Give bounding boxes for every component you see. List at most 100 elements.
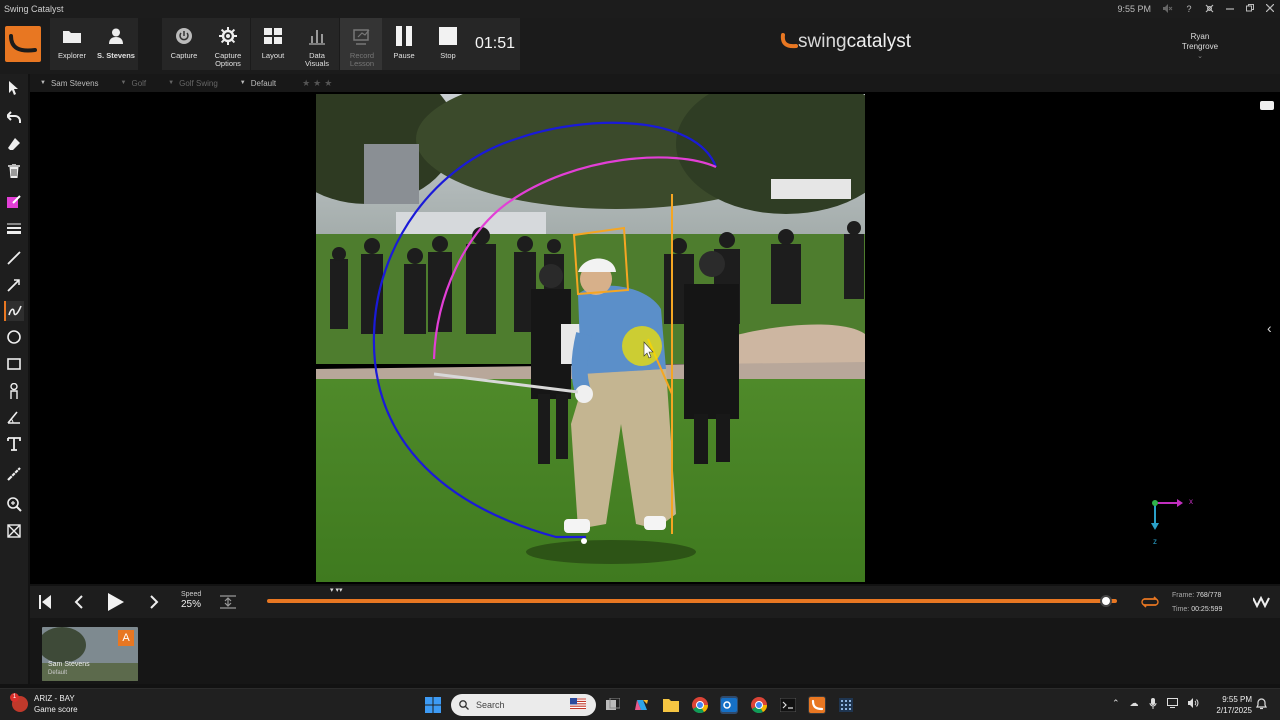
notification-bell-icon[interactable] xyxy=(1256,698,1268,710)
line-width-tool[interactable] xyxy=(4,218,24,238)
calculator-icon xyxy=(839,698,853,712)
copilot-button[interactable] xyxy=(633,696,651,714)
task-view-icon xyxy=(606,698,620,710)
swing-video-frame[interactable] xyxy=(316,94,865,582)
chevron-left-icon[interactable]: ‹ xyxy=(1267,320,1272,336)
scrubber-handle[interactable] xyxy=(1099,595,1112,607)
app-logo[interactable] xyxy=(5,26,41,62)
restore-icon[interactable] xyxy=(1246,4,1254,14)
caret-down-icon: ▼ xyxy=(120,80,127,86)
windows-taskbar: 1 ARIZ - BAY Game score Search ⌃ ☁ 9:55 … xyxy=(0,688,1280,720)
trim-button[interactable] xyxy=(218,592,238,612)
minimize-icon[interactable] xyxy=(1226,4,1234,14)
mute-icon[interactable] xyxy=(1163,3,1173,15)
volume-icon[interactable] xyxy=(1187,698,1199,711)
ruler-icon xyxy=(7,467,21,481)
fit-screen-tool[interactable] xyxy=(4,521,24,541)
caret-down-icon: ▼ xyxy=(40,80,46,86)
signal-icon xyxy=(1253,596,1270,608)
previous-frame-button[interactable] xyxy=(69,592,89,612)
play-button[interactable] xyxy=(106,592,126,612)
angle-tool[interactable] xyxy=(4,407,24,427)
loop-button[interactable] xyxy=(1140,592,1160,612)
text-tool[interactable] xyxy=(4,434,24,454)
user-menu[interactable]: Ryan Trengrove ⌄ xyxy=(1172,32,1228,62)
chevron-down-icon: ⌄ xyxy=(1197,53,1203,60)
skip-start-button[interactable] xyxy=(35,592,55,612)
news-widget[interactable]: 1 ARIZ - BAY Game score xyxy=(10,693,78,715)
explorer-button[interactable]: Explorer xyxy=(50,18,94,70)
undo-tool[interactable] xyxy=(4,107,24,127)
stop-icon xyxy=(438,26,458,46)
outlook-button[interactable] xyxy=(720,696,738,714)
body-tool[interactable] xyxy=(4,381,24,401)
angle-icon xyxy=(7,411,20,424)
terminal-button[interactable] xyxy=(779,696,797,714)
chrome-button[interactable] xyxy=(691,696,709,714)
clip-thumbnail[interactable]: A Sam Stevens Default xyxy=(42,627,138,681)
data-visuals-button[interactable]: Data Visuals xyxy=(295,18,339,70)
title-bar: Swing Catalyst 9:55 PM ? xyxy=(0,0,1280,18)
time-counter: 00:25:599 xyxy=(1191,606,1223,613)
axis-z-label: z xyxy=(1153,537,1157,546)
undo-icon xyxy=(7,111,21,123)
stop-button[interactable]: Stop xyxy=(426,18,470,70)
breadcrumb-layout[interactable]: ▼ Default xyxy=(230,79,288,88)
record-lesson-button[interactable]: Record Lesson xyxy=(340,18,384,70)
clip-badge: A xyxy=(118,630,134,646)
color-tool[interactable] xyxy=(4,192,24,212)
microphone-icon[interactable] xyxy=(1149,698,1157,711)
chrome-icon xyxy=(751,697,767,713)
start-button[interactable] xyxy=(424,696,442,714)
pause-button[interactable]: Pause xyxy=(382,18,426,70)
brand-swoosh-icon xyxy=(780,33,798,49)
student-button[interactable]: S. Stevens xyxy=(94,18,138,70)
capture-options-button[interactable]: Capture Options xyxy=(206,18,250,70)
timeline-scrubber[interactable] xyxy=(267,599,1117,603)
flag-icon xyxy=(570,698,586,710)
chrome-profile-button[interactable] xyxy=(750,696,768,714)
capture-button[interactable]: Capture xyxy=(162,18,206,70)
chevron-right-icon xyxy=(150,595,159,609)
frame-markers[interactable]: ▾ ▾▾ xyxy=(330,586,343,594)
cloud-icon[interactable]: ☁ xyxy=(1130,698,1139,711)
help-icon[interactable]: ? xyxy=(1185,4,1193,14)
circle-tool[interactable] xyxy=(4,327,24,347)
rating-stars[interactable]: ★★★ xyxy=(288,78,335,89)
breadcrumb-category[interactable]: ▼ Golf Swing xyxy=(158,79,230,88)
freehand-tool[interactable] xyxy=(4,301,24,321)
eraser-tool[interactable] xyxy=(4,134,24,154)
clip-layout: Default xyxy=(48,670,68,676)
snapshot-icon[interactable] xyxy=(1260,101,1274,110)
monitor-icon[interactable] xyxy=(1166,698,1178,711)
task-view-button[interactable] xyxy=(604,696,622,714)
settings-icon[interactable] xyxy=(1205,4,1214,15)
draw-mode-button[interactable] xyxy=(1252,592,1272,612)
calculator-button[interactable] xyxy=(837,696,855,714)
taskbar-search[interactable]: Search xyxy=(451,694,596,716)
close-icon[interactable] xyxy=(1265,3,1275,14)
line-tool[interactable] xyxy=(4,248,24,268)
windows-icon xyxy=(425,697,441,713)
measure-tool[interactable] xyxy=(4,464,24,484)
brand-logo: swing catalyst xyxy=(780,30,911,54)
zoom-tool[interactable] xyxy=(4,494,24,514)
chevron-up-icon[interactable]: ⌃ xyxy=(1112,698,1120,711)
chevron-left-icon xyxy=(74,595,83,609)
system-clock[interactable]: 9:55 PM 2/17/2025 xyxy=(1212,694,1252,716)
delete-tool[interactable] xyxy=(4,161,24,181)
arrow-tool[interactable] xyxy=(4,275,24,295)
layout-button[interactable]: Layout xyxy=(251,18,295,70)
pointer-tool[interactable] xyxy=(4,78,24,98)
breadcrumb-student[interactable]: ▼ Sam Stevens xyxy=(30,79,111,88)
speed-control[interactable]: Speed 25% xyxy=(181,590,201,610)
toolbar-group-recording: Pause Stop 01:51 xyxy=(382,18,520,70)
swing-catalyst-taskbar-button[interactable] xyxy=(808,696,826,714)
arrow-line-icon xyxy=(7,279,20,292)
loop-icon xyxy=(1141,596,1159,608)
next-frame-button[interactable] xyxy=(144,592,164,612)
caret-down-icon: ▼ xyxy=(168,80,175,86)
breadcrumb-sport[interactable]: ▼ Golf xyxy=(111,79,159,88)
file-explorer-button[interactable] xyxy=(662,696,680,714)
rectangle-tool[interactable] xyxy=(4,354,24,374)
